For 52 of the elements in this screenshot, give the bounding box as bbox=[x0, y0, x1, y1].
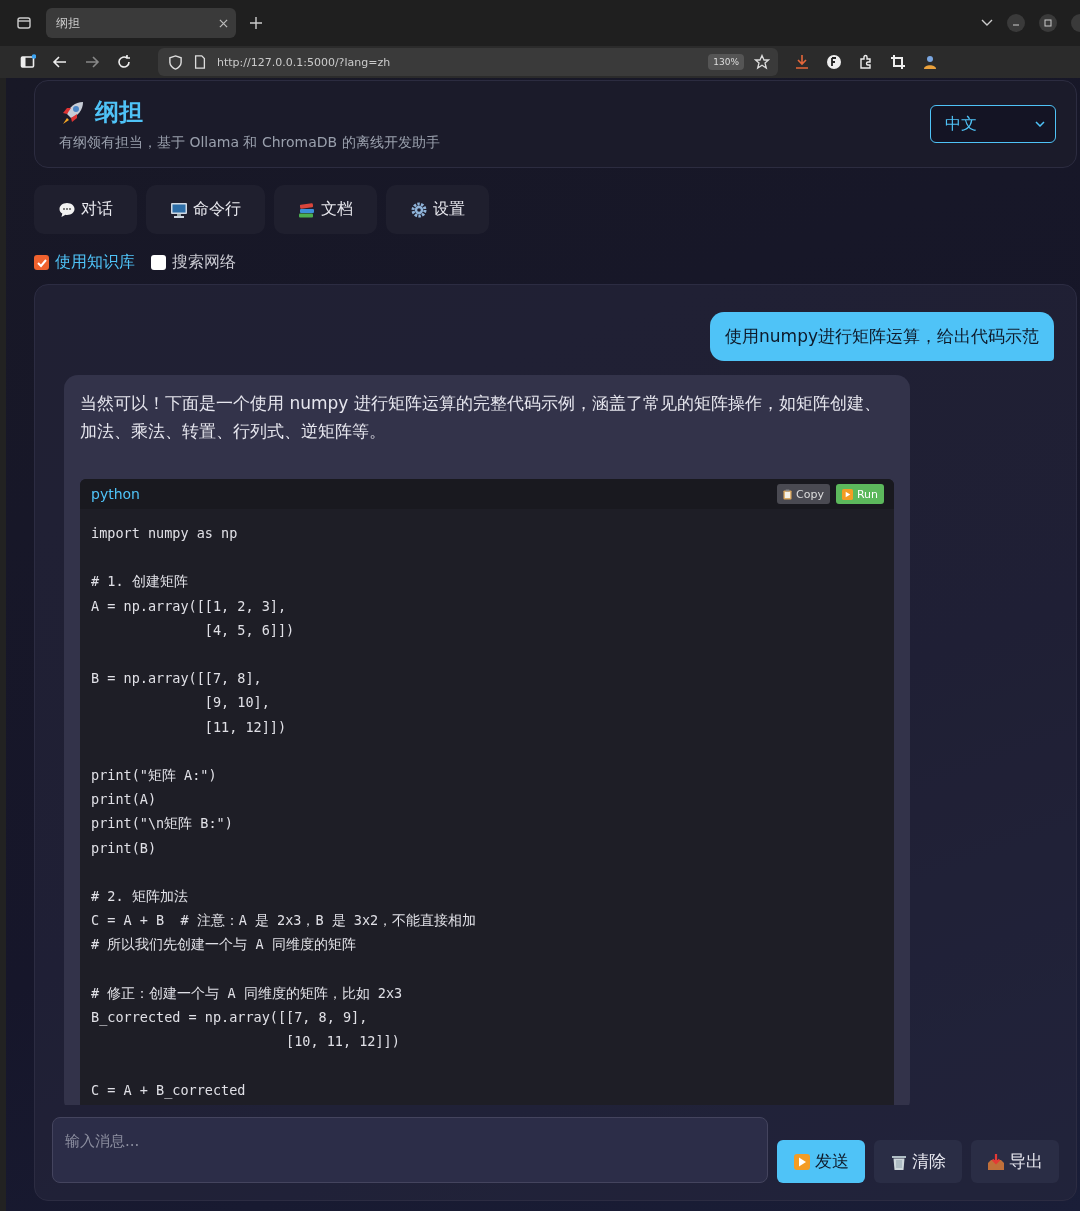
extension-icon[interactable] bbox=[826, 54, 842, 70]
crop-icon[interactable] bbox=[890, 54, 906, 70]
app-subtitle: 有纲领有担当，基于 Ollama 和 ChromaDB 的离线开发助手 bbox=[59, 134, 441, 152]
close-icon[interactable] bbox=[219, 18, 228, 28]
zoom-badge[interactable]: 130% bbox=[708, 54, 744, 70]
monitor-icon bbox=[170, 200, 188, 219]
browser-tab[interactable]: 纲担 bbox=[46, 8, 236, 38]
url-text[interactable]: http://127.0.0.1:5000/?lang=zh bbox=[217, 55, 391, 69]
clipboard-icon bbox=[783, 488, 792, 500]
speech-bubble-icon bbox=[58, 200, 76, 219]
maximize-icon bbox=[1044, 19, 1052, 27]
books-icon bbox=[298, 200, 316, 219]
sidebar-icon[interactable] bbox=[20, 54, 36, 70]
inbox-tray-icon bbox=[987, 1152, 1005, 1171]
code-language: python bbox=[91, 486, 140, 502]
chevron-down-icon bbox=[1035, 121, 1045, 127]
action-button[interactable]: 发送 bbox=[777, 1140, 865, 1183]
star-icon[interactable] bbox=[754, 54, 770, 70]
action-button[interactable]: 清除 bbox=[874, 1140, 962, 1183]
new-tab-icon[interactable] bbox=[250, 17, 262, 29]
back-icon[interactable] bbox=[52, 54, 68, 70]
message-input[interactable]: 输入消息... bbox=[52, 1117, 768, 1183]
minimize-button[interactable] bbox=[1007, 14, 1025, 32]
puzzle-icon[interactable] bbox=[858, 54, 874, 70]
checkbox-label[interactable]: 搜索网络 bbox=[172, 252, 236, 273]
language-select[interactable]: 中文 bbox=[930, 105, 1056, 143]
checkbox[interactable] bbox=[151, 255, 166, 270]
figure-icon[interactable] bbox=[922, 54, 938, 70]
play-icon bbox=[841, 488, 853, 500]
gear-icon bbox=[410, 200, 428, 219]
shield-icon[interactable] bbox=[168, 54, 183, 70]
nav-button[interactable]: 命令行 bbox=[146, 185, 265, 234]
app-title: 纲担 bbox=[95, 97, 143, 128]
download-icon[interactable] bbox=[794, 54, 810, 70]
user-message: 使用numpy进行矩阵运算，给出代码示范 bbox=[710, 312, 1054, 361]
chevron-down-icon[interactable] bbox=[981, 19, 993, 27]
nav-button[interactable]: 设置 bbox=[386, 185, 489, 234]
address-bar[interactable]: http://127.0.0.1:5000/?lang=zh 130% bbox=[158, 48, 778, 76]
copy-button[interactable]: Copy bbox=[777, 484, 830, 504]
reload-icon[interactable] bbox=[116, 54, 132, 70]
action-button[interactable]: 导出 bbox=[971, 1140, 1059, 1183]
play-icon bbox=[793, 1152, 811, 1171]
checkbox-label[interactable]: 使用知识库 bbox=[55, 252, 135, 273]
checkbox[interactable] bbox=[34, 255, 49, 270]
assistant-message-text: 当然可以！下面是一个使用 numpy 进行矩阵运算的完整代码示例，涵盖了常见的矩阵操作，如矩阵创建、加法、乘法、转置、行列式、逆矩阵等。 bbox=[80, 392, 882, 443]
nav-button[interactable]: 文档 bbox=[274, 185, 377, 234]
forward-icon[interactable] bbox=[84, 54, 100, 70]
code-text: import numpy as np # 1. 创建矩阵 A = np.array([[1, 2, 3], [4, 5, 6]]) B = np.array([[7, 8], [9, 10], [11, 12]]) print("矩阵 A:") print(A) print("\n矩阵 B:") print(B) # 2. 矩阵加法 C = A + B # 注意：A 是 2x3，B 是 3x2，不能直接相加 # 所以我们先创建一个与 A 同维度的矩阵 # 修正：创建一个与 A 同维度的矩阵，比如 2x3 B_corrected = np.array([[7, 8, 9], [10, 11, 12]]) C = A + B_corrected bbox=[90, 524, 478, 1101]
maximize-button[interactable] bbox=[1039, 14, 1057, 32]
tab-list-icon[interactable] bbox=[16, 15, 32, 31]
page-icon bbox=[193, 55, 207, 69]
nav-button[interactable]: 对话 bbox=[34, 185, 137, 234]
